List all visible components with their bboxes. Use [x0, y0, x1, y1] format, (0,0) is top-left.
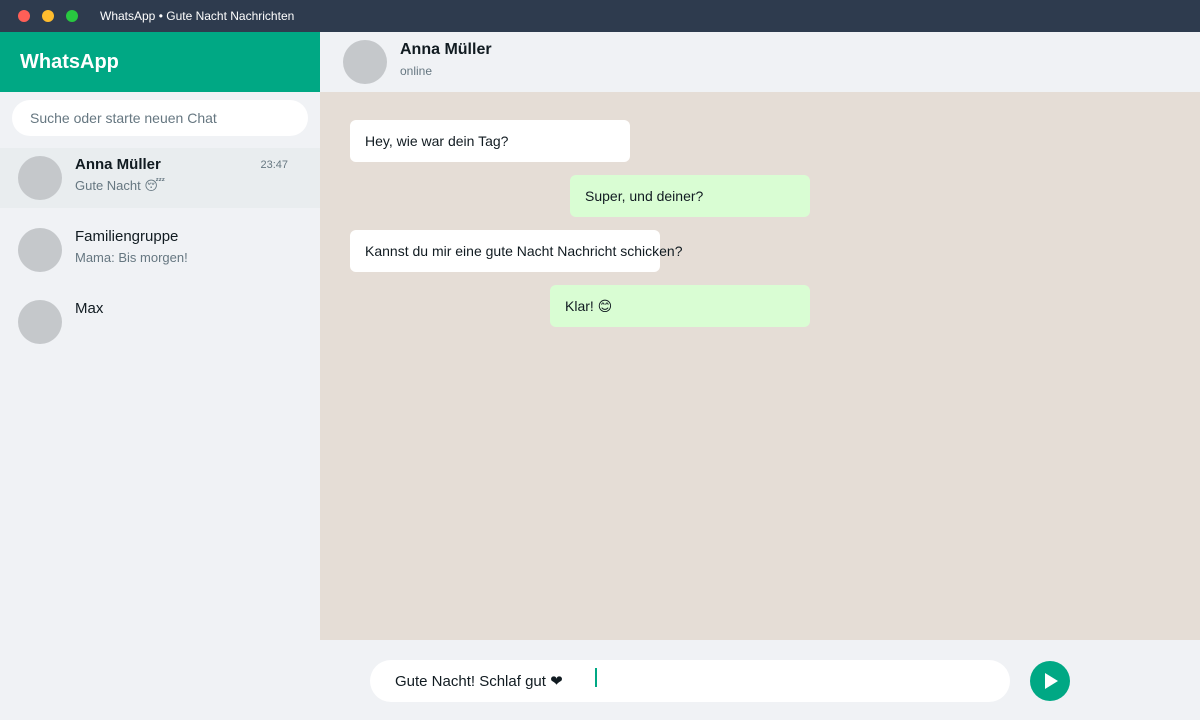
- contact-status: online: [400, 64, 433, 78]
- window-titlebar: WhatsApp • Gute Nacht Nachrichten: [0, 0, 1200, 32]
- window-title: WhatsApp • Gute Nacht Nachrichten: [100, 9, 295, 23]
- message-input[interactable]: Gute Nacht! Schlaf gut ❤: [370, 660, 1010, 702]
- message-draft: Gute Nacht! Schlaf gut ❤: [395, 673, 563, 690]
- chat-header: Anna Müller online: [320, 32, 1200, 92]
- message-outgoing: Klar! 😊: [550, 285, 810, 327]
- close-window-button[interactable]: [18, 10, 30, 22]
- send-icon: [1045, 673, 1058, 689]
- message-incoming: Hey, wie war dein Tag?: [350, 120, 630, 162]
- text-caret: [595, 668, 597, 687]
- avatar: [18, 156, 62, 200]
- chat-item-max[interactable]: Max: [0, 292, 320, 352]
- search-input[interactable]: [12, 100, 308, 136]
- send-button[interactable]: [1030, 661, 1070, 701]
- chat-item-familiengruppe[interactable]: Familiengruppe Mama: Bis morgen!: [0, 220, 320, 280]
- message-area: Hey, wie war dein Tag? Super, und deiner…: [320, 92, 1200, 640]
- sidebar: WhatsApp Anna Müller 23:47 Gute Nacht 😴 …: [0, 32, 320, 720]
- avatar: [18, 300, 62, 344]
- chat-name: Familiengruppe: [75, 228, 179, 245]
- sidebar-header: WhatsApp: [0, 32, 320, 92]
- message-incoming: Kannst du mir eine gute Nacht Nachricht …: [350, 230, 683, 272]
- chat-name: Anna Müller: [75, 156, 161, 173]
- composer: Gute Nacht! Schlaf gut ❤: [320, 640, 1200, 720]
- avatar: [18, 228, 62, 272]
- chat-item-anna[interactable]: Anna Müller 23:47 Gute Nacht 😴: [0, 148, 320, 208]
- chat-preview: Mama: Bis morgen!: [75, 250, 188, 265]
- chat-preview: Gute Nacht 😴: [75, 178, 166, 193]
- contact-name[interactable]: Anna Müller: [400, 41, 492, 59]
- chat-name: Max: [75, 300, 104, 317]
- app-brand: WhatsApp: [20, 51, 119, 73]
- message-outgoing: Super, und deiner?: [570, 175, 810, 217]
- maximize-window-button[interactable]: [66, 10, 78, 22]
- contact-avatar[interactable]: [343, 40, 387, 84]
- minimize-window-button[interactable]: [42, 10, 54, 22]
- chat-time: 23:47: [260, 159, 288, 171]
